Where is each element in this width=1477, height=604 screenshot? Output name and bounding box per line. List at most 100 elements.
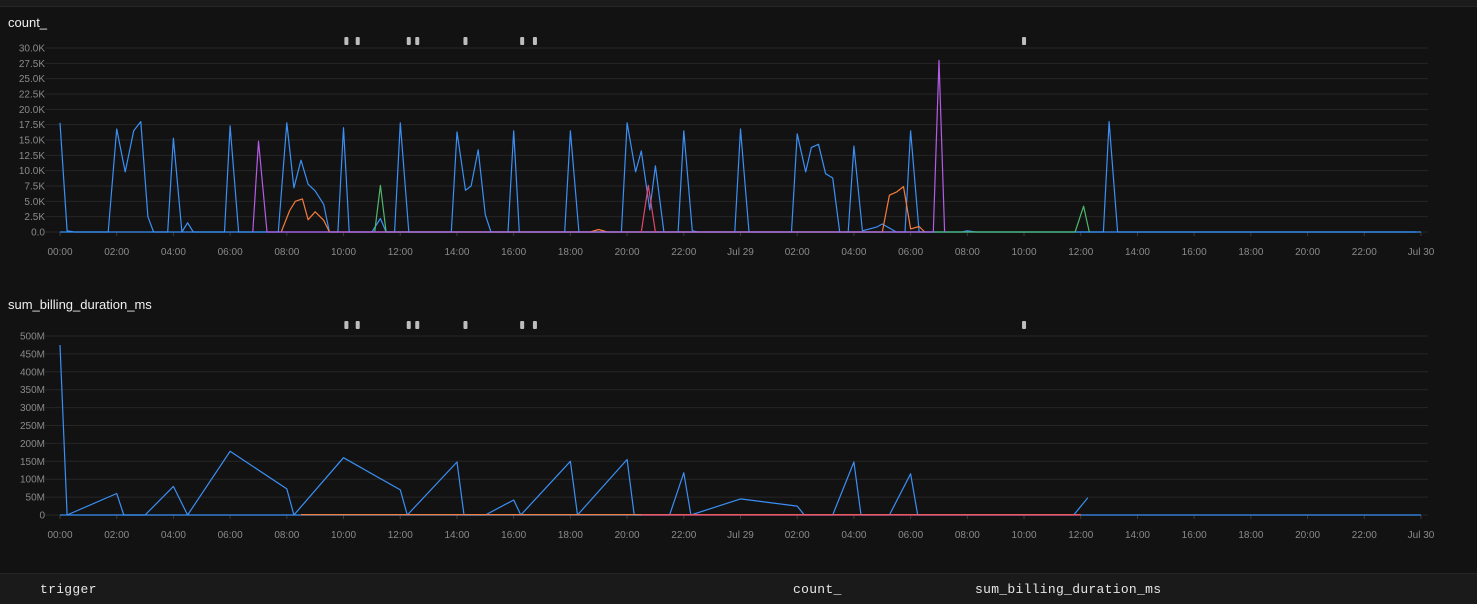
y-tick-label: 7.5K bbox=[24, 182, 45, 193]
x-tick-label: 02:00 bbox=[785, 247, 810, 258]
y-tick-label: 300M bbox=[20, 403, 45, 414]
x-tick-label: 06:00 bbox=[218, 247, 243, 258]
x-tick-label: 12:00 bbox=[1068, 247, 1093, 258]
column-header-sum-billing-duration[interactable]: sum_billing_duration_ms bbox=[975, 582, 1161, 597]
series-line-purple[interactable] bbox=[252, 59, 946, 233]
annotation-marker-icon[interactable] bbox=[463, 321, 468, 329]
y-tick-label: 500M bbox=[20, 332, 45, 343]
x-tick-label: 18:00 bbox=[1238, 247, 1263, 258]
x-tick-label: 12:00 bbox=[388, 247, 413, 258]
annotation-marker-icon[interactable] bbox=[355, 321, 360, 329]
x-tick-label: Jul 30 bbox=[1408, 530, 1435, 541]
y-tick-label: 15.0K bbox=[19, 136, 45, 147]
annotation-marker-icon[interactable] bbox=[520, 321, 525, 329]
y-tick-label: 22.5K bbox=[19, 90, 45, 101]
x-tick-label: 18:00 bbox=[558, 530, 583, 541]
y-tick-label: 17.5K bbox=[19, 120, 45, 131]
x-tick-label: 16:00 bbox=[1182, 530, 1207, 541]
x-tick-label: 02:00 bbox=[104, 247, 129, 258]
x-tick-label: 04:00 bbox=[841, 247, 866, 258]
y-tick-label: 10.0K bbox=[19, 166, 45, 177]
x-tick-label: 00:00 bbox=[47, 247, 72, 258]
annotation-marker-icon[interactable] bbox=[532, 321, 537, 329]
x-tick-label: 04:00 bbox=[841, 530, 866, 541]
column-header-trigger[interactable]: trigger bbox=[40, 582, 97, 597]
annotation-marker-icon[interactable] bbox=[415, 321, 420, 329]
annotation-marker-icon[interactable] bbox=[415, 37, 420, 45]
x-tick-label: Jul 30 bbox=[1408, 247, 1435, 258]
x-tick-label: 06:00 bbox=[898, 530, 923, 541]
x-tick-label: 08:00 bbox=[274, 530, 299, 541]
x-tick-label: 06:00 bbox=[218, 530, 243, 541]
x-tick-label: 20:00 bbox=[1295, 530, 1320, 541]
annotation-marker-icon[interactable] bbox=[344, 37, 349, 45]
y-tick-label: 12.5K bbox=[19, 151, 45, 162]
annotation-marker-icon[interactable] bbox=[355, 37, 360, 45]
series-line-blue[interactable] bbox=[59, 121, 1416, 233]
annotation-marker-icon[interactable] bbox=[406, 37, 411, 45]
series-line-blue[interactable] bbox=[59, 344, 1089, 516]
y-tick-label: 0.0 bbox=[31, 228, 45, 239]
x-tick-label: 10:00 bbox=[331, 247, 356, 258]
y-tick-label: 2.5K bbox=[24, 212, 45, 223]
x-tick-label: Jul 29 bbox=[727, 530, 754, 541]
chart-panel-count: count_ 0.0 2.5K 5.0K 7.5K 10.0K 12.5K 15.0K 17.… bbox=[0, 12, 1477, 267]
x-tick-label: 16:00 bbox=[1182, 247, 1207, 258]
x-tick-label: 18:00 bbox=[1238, 530, 1263, 541]
x-tick-label: 08:00 bbox=[274, 247, 299, 258]
annotation-marker-icon[interactable] bbox=[463, 37, 468, 45]
top-strip bbox=[0, 0, 1477, 7]
annotation-marker-icon[interactable] bbox=[532, 37, 537, 45]
x-tick-label: 04:00 bbox=[161, 530, 186, 541]
x-tick-label: 10:00 bbox=[1012, 247, 1037, 258]
x-tick-label: 12:00 bbox=[388, 530, 413, 541]
annotation-marker-icon[interactable] bbox=[1022, 321, 1027, 329]
y-tick-label: 20.0K bbox=[19, 105, 45, 116]
y-tick-label: 350M bbox=[20, 385, 45, 396]
column-header-count[interactable]: count_ bbox=[793, 582, 842, 597]
x-tick-label: 10:00 bbox=[331, 530, 356, 541]
chart-panel-billing: sum_billing_duration_ms 0 50M 100M 150M 200M… bbox=[0, 294, 1477, 549]
x-tick-label: 14:00 bbox=[444, 247, 469, 258]
x-tick-label: 12:00 bbox=[1068, 530, 1093, 541]
series-line-pink[interactable] bbox=[640, 184, 656, 233]
series-line-green[interactable] bbox=[374, 184, 1090, 233]
x-tick-label: 18:00 bbox=[558, 247, 583, 258]
x-tick-label: 02:00 bbox=[104, 530, 129, 541]
results-table-header: trigger count_ sum_billing_duration_ms bbox=[0, 573, 1477, 604]
x-tick-label: 16:00 bbox=[501, 530, 526, 541]
billing-duration-chart[interactable]: 0 50M 100M 150M 200M 250M 300M 350M 400M 450M 500M… bbox=[0, 294, 1477, 549]
x-tick-label: 10:00 bbox=[1012, 530, 1037, 541]
y-tick-label: 5.0K bbox=[24, 197, 45, 208]
y-tick-label: 250M bbox=[20, 421, 45, 432]
x-tick-label: 00:00 bbox=[47, 530, 72, 541]
x-tick-label: 06:00 bbox=[898, 247, 923, 258]
y-tick-label: 150M bbox=[20, 457, 45, 468]
x-tick-label: 20:00 bbox=[615, 247, 640, 258]
annotation-marker-icon[interactable] bbox=[1022, 37, 1027, 45]
x-tick-label: 02:00 bbox=[785, 530, 810, 541]
x-tick-label: 04:00 bbox=[161, 247, 186, 258]
x-tick-label: 16:00 bbox=[501, 247, 526, 258]
x-tick-label: 14:00 bbox=[1125, 247, 1150, 258]
annotation-marker-icon[interactable] bbox=[406, 321, 411, 329]
x-tick-label: 14:00 bbox=[444, 530, 469, 541]
count-chart[interactable]: 0.0 2.5K 5.0K 7.5K 10.0K 12.5K 15.0K 17.5K 20.0K… bbox=[0, 12, 1477, 267]
annotation-marker-icon[interactable] bbox=[344, 321, 349, 329]
x-tick-label: Jul 29 bbox=[727, 247, 754, 258]
x-tick-label: 20:00 bbox=[615, 530, 640, 541]
x-tick-label: 22:00 bbox=[671, 247, 696, 258]
x-tick-label: 08:00 bbox=[955, 530, 980, 541]
y-tick-label: 450M bbox=[20, 349, 45, 360]
x-tick-label: 08:00 bbox=[955, 247, 980, 258]
y-tick-label: 400M bbox=[20, 367, 45, 378]
x-tick-label: 20:00 bbox=[1295, 247, 1320, 258]
y-tick-label: 27.5K bbox=[19, 59, 45, 70]
y-tick-label: 25.0K bbox=[19, 74, 45, 85]
x-tick-label: 22:00 bbox=[1352, 247, 1377, 258]
x-tick-label: 14:00 bbox=[1125, 530, 1150, 541]
annotation-marker-icon[interactable] bbox=[520, 37, 525, 45]
x-tick-label: 22:00 bbox=[671, 530, 696, 541]
y-tick-label: 30.0K bbox=[19, 44, 45, 55]
y-tick-label: 100M bbox=[20, 475, 45, 486]
